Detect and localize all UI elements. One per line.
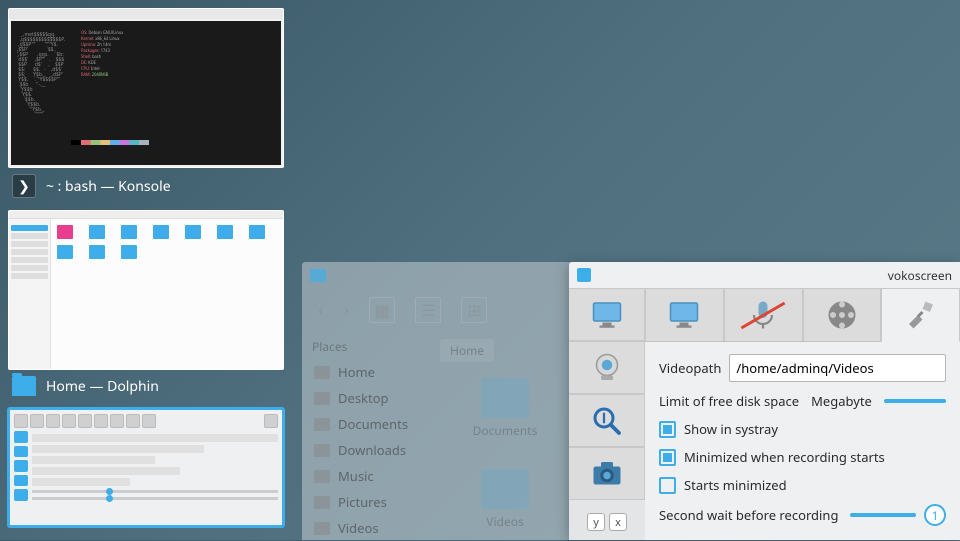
forward-icon: › [344,298,350,322]
task-title: Home — Dolphin [46,377,159,396]
folder-item[interactable]: Videos [440,469,570,530]
place-downloads[interactable]: Downloads [312,437,420,463]
diskspace-label: Limit of free disk space [659,392,799,410]
task-item-vokoscreen[interactable] [8,408,284,527]
task-switcher: _,met$$$$$gg. ,g$$$$$$$$$$$$$P. ,g$$P"" … [0,0,292,540]
tab-audio[interactable] [724,288,803,341]
place-pictures[interactable]: Pictures [312,489,420,515]
secondwait-slider[interactable] [850,513,916,517]
folder-item[interactable]: Documents [440,378,570,439]
videopath-label: Videopath [659,359,721,377]
dolphin-thumbnail [9,211,283,369]
vokoscreen-window: vokoscreen yx [569,262,960,540]
window-title: vokoscreen [888,267,952,284]
videopath-input[interactable] [729,354,946,382]
startmin-checkbox[interactable] [659,477,676,494]
secondwait-label: Second wait before recording [659,506,838,524]
place-videos[interactable]: Videos [312,515,420,541]
place-music[interactable]: Music [312,463,420,489]
app-icon [577,268,591,282]
task-title: ~ : bash — Konsole [46,177,171,196]
vokoscreen-thumbnail [10,410,282,525]
tab-magnify[interactable] [569,394,645,447]
tab-webcam[interactable] [569,341,645,394]
terminal-icon: ❯ [12,174,36,198]
tab-camera[interactable] [569,447,645,500]
hotkey-display: yx [569,510,645,540]
systray-checkbox[interactable] [659,421,676,438]
back-icon: ‹ [318,298,324,322]
tab-video[interactable] [803,288,882,341]
folder-icon [12,376,36,396]
tab-screen[interactable] [569,288,645,341]
places-header: Places [312,334,420,359]
diskspace-slider[interactable] [884,399,946,403]
tab-display[interactable] [645,288,724,341]
places-panel: Places Home Desktop Documents Downloads … [302,332,430,532]
tab-settings[interactable] [881,288,960,342]
secondwait-value: 1 [924,504,946,526]
breadcrumb[interactable]: Home [440,339,494,362]
startmin-label: Starts minimized [684,476,787,494]
konsole-thumbnail: _,met$$$$$gg. ,g$$$$$$$$$$$$$P. ,g$$P"" … [9,9,283,167]
place-desktop[interactable]: Desktop [312,385,420,411]
view-details-icon: ⊞ [461,297,487,323]
folder-icon [310,269,326,282]
task-item-dolphin[interactable]: Home — Dolphin [8,210,284,402]
top-tabs [645,288,960,342]
place-home[interactable]: Home [312,359,420,385]
systray-label: Show in systray [684,420,778,438]
mb-label: Megabyte [811,392,872,410]
side-tabs: yx [569,288,645,540]
minrec-label: Minimized when recording starts [684,448,885,466]
minrec-checkbox[interactable] [659,449,676,466]
view-compact-icon: ☰ [415,297,441,323]
task-item-konsole[interactable]: _,met$$$$$gg. ,g$$$$$$$$$$$$$P. ,g$$P"" … [8,8,284,204]
view-icons-icon: ▦ [369,297,395,323]
place-documents[interactable]: Documents [312,411,420,437]
